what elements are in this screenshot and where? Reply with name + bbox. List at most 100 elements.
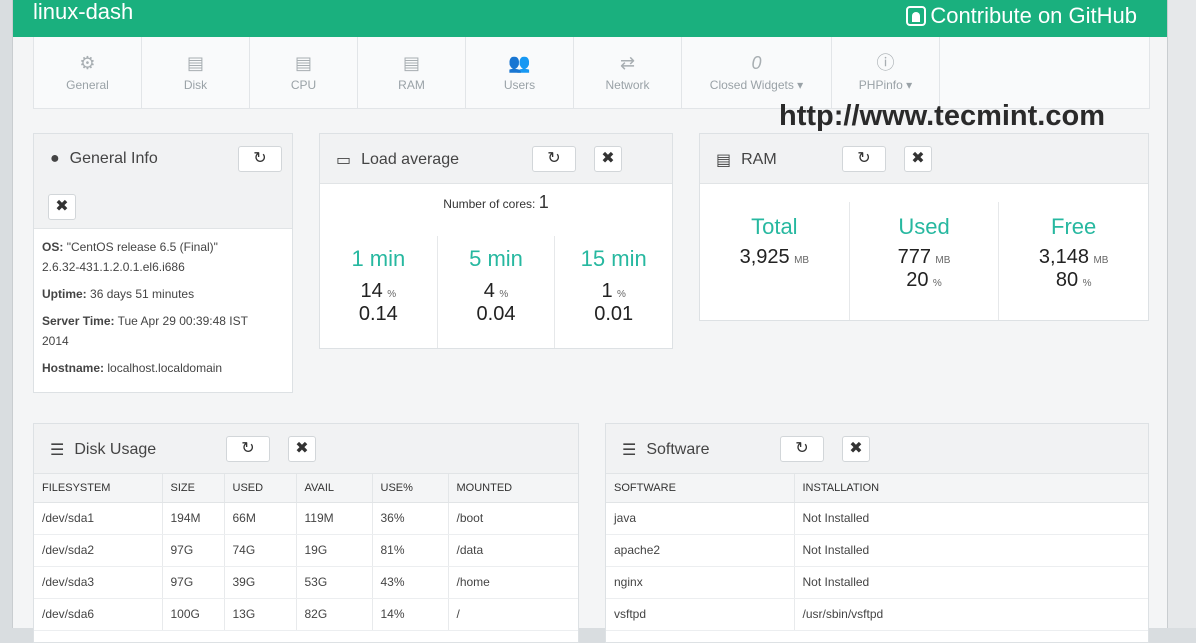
- nav-label: CPU: [290, 77, 317, 92]
- table-cell: 66M: [224, 502, 297, 535]
- column-header[interactable]: SIZE: [162, 474, 225, 503]
- refresh-button[interactable]: ↻: [780, 436, 824, 462]
- close-button[interactable]: ✖: [842, 436, 870, 462]
- disk-table: FILESYSTEM SIZE USED AVAIL USE% MOUNTED …: [34, 474, 578, 631]
- table-cell: 194M: [162, 502, 225, 535]
- nav-closed-widgets[interactable]: 0 Closed Widgets ▾: [682, 37, 832, 108]
- os-label: OS:: [42, 240, 64, 254]
- software-widget: ☰ Software ↻ ✖ SOFTWARE INSTALLATION jav…: [605, 423, 1149, 643]
- load-percent: 4: [483, 280, 495, 302]
- table-cell: /dev/sda3: [34, 566, 163, 599]
- ram-used: Used 777 MB 20 %: [850, 202, 1000, 320]
- nav-phpinfo[interactable]: ⓘ PHPinfo ▾: [832, 37, 940, 108]
- nav-ram[interactable]: ▤ RAM: [358, 37, 466, 108]
- nav-label: RAM: [398, 77, 425, 92]
- table-row: nginx Not Installed: [606, 566, 1148, 599]
- load-label: 15 min: [580, 246, 647, 271]
- load-value: 0.01: [594, 303, 634, 325]
- table-cell: 53G: [296, 566, 373, 599]
- close-button[interactable]: ✖: [904, 146, 932, 172]
- cores-line: Number of cores: 1: [320, 192, 672, 213]
- table-cell: /boot: [448, 502, 578, 535]
- nav-label: Closed Widgets ▾: [709, 77, 804, 92]
- widget-title-text: General Info: [69, 150, 158, 167]
- ram-unit: MB: [935, 255, 951, 266]
- info-icon: ●: [50, 150, 60, 167]
- table-cell: Not Installed: [794, 534, 1148, 567]
- monitor-icon: ▭: [336, 152, 352, 169]
- nav-label: PHPinfo ▾: [858, 77, 913, 92]
- table-row: /dev/sda3 97G 39G 53G 43% /home: [34, 566, 578, 599]
- refresh-button[interactable]: ↻: [532, 146, 576, 172]
- column-header[interactable]: SOFTWARE: [606, 474, 795, 503]
- refresh-button[interactable]: ↻: [226, 436, 270, 462]
- ram-percent: 80: [1055, 269, 1079, 291]
- column-header[interactable]: FILESYSTEM: [34, 474, 163, 503]
- list-icon: ☰: [622, 442, 637, 459]
- github-label: Contribute on GitHub: [930, 3, 1137, 28]
- widget-title: ▤ RAM: [716, 150, 777, 170]
- nav-general[interactable]: ⚙ General: [34, 37, 142, 108]
- table-cell: 81%: [372, 534, 449, 567]
- nav-network[interactable]: ⇄ Network: [574, 37, 682, 108]
- column-header[interactable]: USE%: [372, 474, 449, 503]
- nav-users[interactable]: 👥 Users: [466, 37, 574, 108]
- nav-cpu[interactable]: ▤ CPU: [250, 37, 358, 108]
- column-header[interactable]: AVAIL: [296, 474, 373, 503]
- load-15min: 15 min 1 % 0.01: [555, 236, 672, 348]
- scrollbar[interactable]: [1168, 0, 1196, 628]
- kernel-version: 2.6.32-431.1.2.0.1.el6.i686: [42, 260, 185, 274]
- server-time-label: Server Time:: [42, 314, 115, 328]
- ram-label: Total: [751, 214, 798, 239]
- column-header[interactable]: MOUNTED: [448, 474, 578, 503]
- nav-label: General: [66, 77, 109, 92]
- table-cell: 100G: [162, 598, 225, 631]
- general-info-widget: ● General Info ↻ ✖ OS: "CentOS release 6…: [33, 133, 293, 393]
- widget-title: ● General Info: [50, 150, 158, 168]
- percent-unit: %: [1082, 278, 1092, 289]
- table-cell: 119M: [296, 502, 373, 535]
- table-cell: 97G: [162, 566, 225, 599]
- os-value: "CentOS release 6.5 (Final)": [66, 240, 218, 254]
- ram-free: Free 3,148 MB 80 %: [999, 202, 1148, 320]
- table-cell: /home: [448, 566, 578, 599]
- app-title[interactable]: linux-dash: [33, 0, 133, 24]
- ram-label: Free: [1051, 214, 1097, 239]
- refresh-button[interactable]: ↻: [238, 146, 282, 172]
- ram-percent: 20: [906, 269, 929, 291]
- column-header[interactable]: USED: [224, 474, 297, 503]
- table-cell: 19G: [296, 534, 373, 567]
- disk-icon: ▤: [186, 52, 204, 73]
- github-icon: [906, 6, 927, 26]
- users-icon: 👥: [508, 52, 531, 73]
- table-cell: 13G: [224, 598, 297, 631]
- widget-title-text: Disk Usage: [74, 441, 157, 458]
- table-cell: 74G: [224, 534, 297, 567]
- widget-header: ● General Info ↻ ✖: [34, 134, 292, 229]
- widget-title-text: Software: [646, 441, 710, 458]
- table-cell: /dev/sda1: [34, 502, 163, 535]
- server-time-year: 2014: [42, 334, 69, 348]
- disk-usage-widget: ☰ Disk Usage ↻ ✖ FILESYSTEM SIZE USED AV…: [33, 423, 579, 643]
- server-time-value: Tue Apr 29 00:39:48 IST: [117, 314, 248, 328]
- widget-title-text: Load average: [361, 151, 459, 168]
- top-header: linux-dash Contribute on GitHub: [13, 0, 1167, 37]
- table-cell: /: [448, 598, 578, 631]
- close-button[interactable]: ✖: [594, 146, 622, 172]
- ram-unit: MB: [1093, 255, 1109, 266]
- list-icon: ☰: [50, 442, 65, 459]
- load-percent: 14: [360, 280, 383, 302]
- load-5min: 5 min 4 % 0.04: [438, 236, 556, 348]
- ram-label: Used: [898, 214, 950, 239]
- ram-value: 3,148: [1038, 246, 1089, 268]
- close-button[interactable]: ✖: [288, 436, 316, 462]
- watermark: http://www.tecmint.com: [779, 100, 1105, 132]
- github-link[interactable]: Contribute on GitHub: [906, 4, 1137, 28]
- info-icon: ⓘ: [876, 52, 895, 73]
- close-button[interactable]: ✖: [48, 194, 76, 220]
- nav-disk[interactable]: ▤ Disk: [142, 37, 250, 108]
- refresh-button[interactable]: ↻: [842, 146, 886, 172]
- ram-columns: Total 3,925 MB Used 777 MB 20 % Free 3,1…: [700, 202, 1148, 320]
- table-row: apache2 Not Installed: [606, 534, 1148, 567]
- column-header[interactable]: INSTALLATION: [794, 474, 1148, 503]
